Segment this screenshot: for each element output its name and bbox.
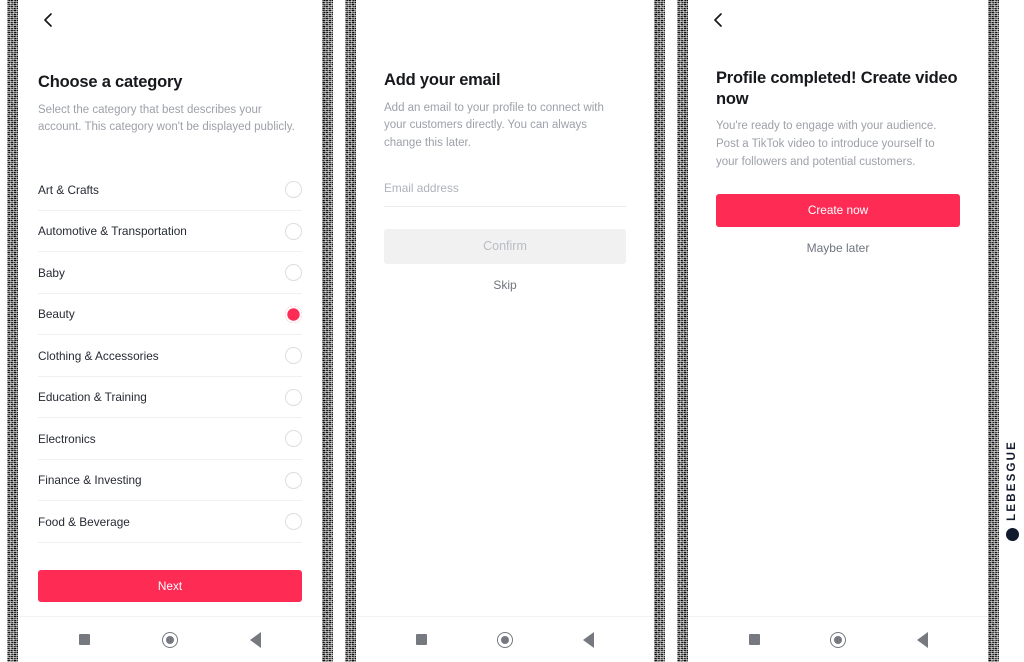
watermark-text: LEBESGUE <box>1006 440 1018 521</box>
category-label: Food & Beverage <box>38 514 130 529</box>
watermark-logo-icon <box>1005 527 1019 541</box>
screen-choose-category: Choose a category Select the category th… <box>18 0 322 662</box>
watermark: LEBESGUE <box>1001 440 1023 640</box>
nav-recents-icon[interactable] <box>68 623 102 657</box>
nav-home-icon[interactable] <box>488 623 522 657</box>
phone-frame-profile-completed: Profile completed! Create video now You'… <box>677 0 999 662</box>
content-choose-category: Choose a category Select the category th… <box>18 40 322 616</box>
chevron-left-icon[interactable] <box>708 10 728 30</box>
radio-unselected-icon[interactable] <box>285 471 302 489</box>
screen-profile-completed: Profile completed! Create video now You'… <box>688 0 988 662</box>
page-subtitle: Add an email to your profile to connect … <box>384 101 604 150</box>
category-row[interactable]: Electronics <box>38 418 302 460</box>
confirm-button[interactable]: Confirm <box>384 229 626 265</box>
phone-frame-add-email: Add your email Add an email to your prof… <box>345 0 665 662</box>
page-title: Add your email <box>384 71 501 89</box>
chevron-left-icon[interactable] <box>38 10 58 30</box>
radio-unselected-icon[interactable] <box>285 513 302 530</box>
content-profile-completed: Profile completed! Create video now You'… <box>688 40 988 616</box>
topbar-choose-category <box>18 0 322 40</box>
nav-home-icon[interactable] <box>153 623 187 657</box>
page-subtitle: Select the category that best describes … <box>38 103 295 134</box>
page-subtitle: You're ready to engage with your audienc… <box>716 120 937 168</box>
screenshot-stage: Choose a category Select the category th… <box>0 0 1024 662</box>
next-button-container: Next <box>38 564 302 602</box>
category-row[interactable]: Baby <box>38 252 302 294</box>
radio-selected-icon[interactable] <box>285 305 302 323</box>
category-label: Electronics <box>38 431 96 446</box>
radio-unselected-icon[interactable] <box>285 347 302 364</box>
category-label: Education & Training <box>38 390 147 404</box>
android-navbar <box>688 616 988 662</box>
radio-unselected-icon[interactable] <box>285 264 302 281</box>
phone-frame-choose-category: Choose a category Select the category th… <box>7 0 333 662</box>
topbar-add-email <box>356 0 654 40</box>
category-row[interactable]: Education & Training <box>38 377 302 419</box>
android-navbar <box>356 616 654 662</box>
category-row[interactable]: Food & Beverage <box>38 501 302 543</box>
screen-add-email: Add your email Add an email to your prof… <box>356 0 654 662</box>
skip-button[interactable]: Skip <box>384 278 626 292</box>
email-field[interactable] <box>384 181 626 196</box>
nav-home-icon[interactable] <box>821 623 855 657</box>
nav-back-icon[interactable] <box>905 623 939 657</box>
category-label: Automotive & Transportation <box>38 224 187 238</box>
category-row[interactable]: Automotive & Transportation <box>38 211 302 253</box>
maybe-later-button[interactable]: Maybe later <box>716 241 960 255</box>
page-title: Profile completed! Create video now <box>716 69 958 108</box>
category-list: Art & Crafts Automotive & Transportation B… <box>38 169 302 543</box>
category-row[interactable]: Clothing & Accessories <box>38 335 302 377</box>
topbar-profile-completed <box>688 0 988 40</box>
nav-back-icon[interactable] <box>571 623 605 657</box>
content-add-email: Add your email Add an email to your prof… <box>356 40 654 616</box>
radio-unselected-icon[interactable] <box>285 181 302 198</box>
nav-recents-icon[interactable] <box>405 623 439 657</box>
email-field-wrapper <box>384 179 626 208</box>
category-row[interactable]: Beauty <box>38 294 302 336</box>
category-row[interactable]: Art & Crafts <box>38 169 302 211</box>
category-label: Clothing & Accessories <box>38 348 159 363</box>
radio-unselected-icon[interactable] <box>285 222 302 240</box>
category-label: Art & Crafts <box>38 182 99 197</box>
create-now-button[interactable]: Create now <box>716 193 960 227</box>
category-label: Baby <box>38 265 65 280</box>
android-navbar <box>18 616 322 662</box>
radio-unselected-icon[interactable] <box>285 430 302 447</box>
category-label: Beauty <box>38 307 75 321</box>
page-title: Choose a category <box>38 73 183 91</box>
radio-unselected-icon[interactable] <box>285 388 302 406</box>
next-button[interactable]: Next <box>38 570 302 602</box>
category-row[interactable]: Finance & Investing <box>38 460 302 502</box>
nav-back-icon[interactable] <box>238 623 272 657</box>
nav-recents-icon[interactable] <box>737 623 771 657</box>
category-label: Finance & Investing <box>38 473 142 487</box>
